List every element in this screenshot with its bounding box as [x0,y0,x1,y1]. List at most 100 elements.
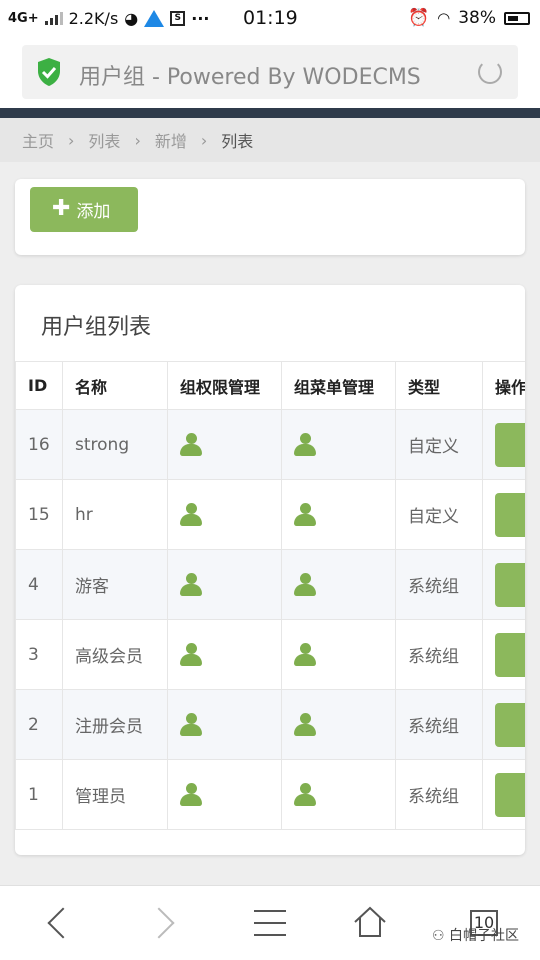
status-bar: 4G+ 2.2K/s ◕ S ··· 01:19 ⏰ ◠ 38% [0,0,540,36]
permission-cell [167,409,282,480]
add-button[interactable]: ✚ 添加 [30,187,138,232]
action-button[interactable] [495,632,525,677]
user-icon[interactable] [180,712,202,737]
column-header: 组菜单管理 [281,361,396,410]
permission-cell [167,759,282,830]
row-id: 16 [15,409,63,480]
user-group-table: ID 名称 组权限管理 组菜单管理 类型 操作 16 strong 自定义 15… [15,361,525,830]
permission-cell [167,619,282,690]
table-scroll-area[interactable]: ID 名称 组权限管理 组菜单管理 类型 操作 16 strong 自定义 15… [15,361,525,831]
row-id: 4 [15,549,63,620]
row-name: 高级会员 [62,619,168,690]
home-icon[interactable] [352,904,392,944]
breadcrumb-new[interactable]: 新增 [155,128,187,152]
table-row: 2 注册会员 系统组 [15,689,525,760]
wifi-icon: ◠ [437,9,451,27]
column-header: 名称 [62,361,168,410]
user-icon[interactable] [294,782,316,807]
site-header-bar [0,108,540,118]
user-icon[interactable] [294,502,316,527]
row-name: 注册会员 [62,689,168,760]
table-row: 15 hr 自定义 [15,479,525,550]
page-title: 用户组 - Powered By WODECMS [79,65,421,90]
row-type: 系统组 [395,689,483,760]
menu-cell [281,689,396,760]
menu-icon[interactable] [252,904,292,944]
breadcrumb-home[interactable]: 主页 [22,128,54,152]
breadcrumb-current: 列表 [221,132,254,151]
action-cell [482,479,525,550]
row-name: 管理员 [62,759,168,830]
action-cell [482,549,525,620]
row-name: hr [62,479,168,550]
forward-icon[interactable] [143,904,188,944]
action-button[interactable] [495,492,525,537]
toolbar-card: ✚ 添加 [15,179,525,255]
row-type: 系统组 [395,549,483,620]
row-name: 游客 [62,549,168,620]
globe-icon: ◕ [124,8,139,28]
shield-check-icon [38,58,60,86]
warning-icon [144,9,165,27]
network-speed: 2.2K/s [68,8,119,28]
menu-cell [281,549,396,620]
user-icon[interactable] [294,572,316,597]
breadcrumb-separator-icon: › [200,130,208,150]
menu-cell [281,619,396,690]
menu-cell [281,479,396,550]
column-header: 类型 [395,361,483,410]
action-button[interactable] [495,562,525,607]
permission-cell [167,549,282,620]
action-cell [482,689,525,760]
back-icon[interactable] [40,904,80,944]
action-cell [482,759,525,830]
status-left: 4G+ 2.2K/s ◕ S ··· [8,9,209,28]
breadcrumb-separator-icon: › [68,130,75,150]
table-title: 用户组列表 [41,315,152,340]
row-type: 系统组 [395,619,483,690]
network-type: 4G+ [8,10,39,26]
battery-percent: 38% [458,8,496,28]
column-header: 操作 [482,361,525,410]
breadcrumb: 主页 › 列表 › 新增 › 列表 [0,118,540,162]
status-right: ⏰ ◠ 38% [408,8,530,28]
row-id: 2 [15,689,63,760]
permission-cell [167,479,282,550]
user-icon[interactable] [294,432,316,457]
plus-icon: ✚ [52,195,71,221]
user-icon[interactable] [294,712,316,737]
action-cell [482,619,525,690]
action-button[interactable] [495,772,525,817]
action-button[interactable] [495,422,525,467]
user-icon[interactable] [180,502,202,527]
action-button[interactable] [495,702,525,747]
action-cell [482,409,525,480]
row-id: 3 [15,619,63,690]
user-icon[interactable] [180,642,202,667]
row-type: 自定义 [395,409,483,480]
row-id: 1 [15,759,63,830]
wechat-icon: ⚇ [432,928,450,944]
row-type: 自定义 [395,479,483,550]
watermark-text: 白帽子社区 [449,928,520,944]
browser-bottom-nav: 10 [0,885,540,960]
user-icon[interactable] [180,432,202,457]
watermark: ⚇ 白帽子社区 [432,925,519,945]
breadcrumb-list[interactable]: 列表 [88,128,120,152]
user-icon[interactable] [180,782,202,807]
row-name: strong [62,409,168,480]
table-row: 4 游客 系统组 [15,549,525,620]
row-id: 15 [15,479,63,550]
user-icon[interactable] [180,572,202,597]
add-button-label: 添加 [76,202,111,222]
address-bar[interactable]: 用户组 - Powered By WODECMS [22,45,518,99]
column-header: 组权限管理 [167,361,282,410]
browser-address-area: 用户组 - Powered By WODECMS [0,36,540,108]
more-icon: ··· [191,8,210,28]
breadcrumb-separator-icon: › [134,130,141,150]
user-group-table-card: 用户组列表 ID 名称 组权限管理 组菜单管理 类型 操作 16 strong [15,285,525,855]
user-icon[interactable] [294,642,316,667]
column-header: ID [15,361,63,410]
reload-icon[interactable] [478,60,502,84]
table-row: 16 strong 自定义 [15,409,525,480]
